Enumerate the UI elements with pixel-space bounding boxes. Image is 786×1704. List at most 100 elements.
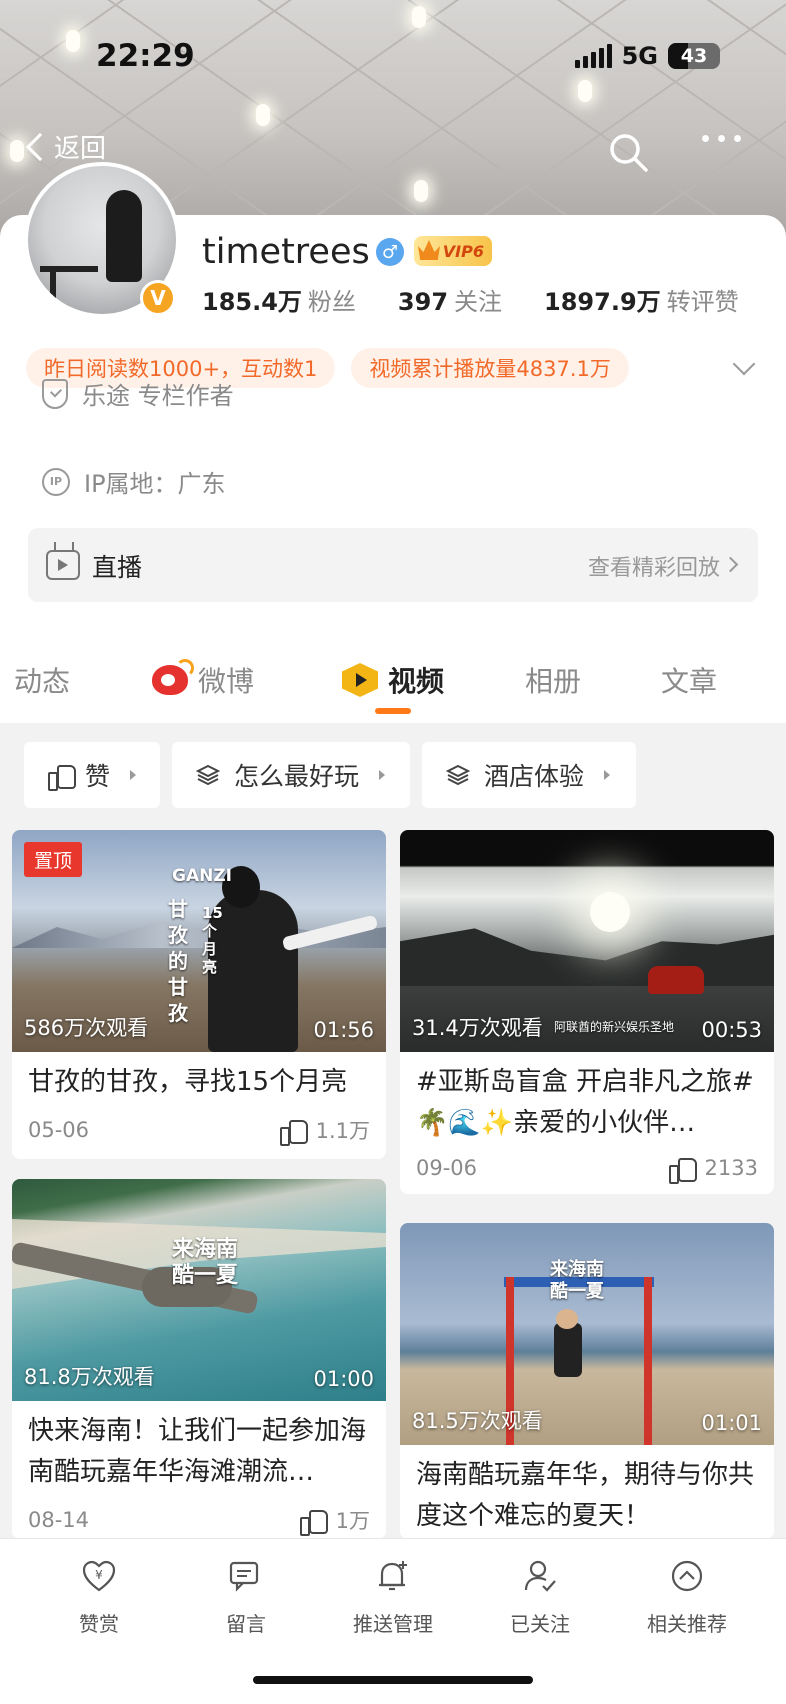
video-thumbnail[interactable]: 阿联酋的新兴娱乐圣地 31.4万次观看 00:53 [400,830,774,1052]
thumbnail-caption: 15个月亮 [202,904,223,976]
tab-label: 动态 [14,665,71,698]
like-count: 1.1万 [315,1119,370,1143]
thumbnail-caption: GANZI [172,866,232,886]
thumbnail-caption: 阿联酋的新兴娱乐圣地 [554,1020,675,1034]
reward-icon: ¥ [82,1560,116,1592]
filter-label: 酒店体验 [484,762,585,791]
push-settings-button[interactable]: 推送管理 [333,1559,453,1637]
video-card[interactable]: 阿联酋的新兴娱乐圣地 31.4万次观看 00:53 #亚斯岛盲盒 开启非凡之旅#… [400,830,774,1194]
video-date: 09-06 [416,1156,478,1180]
tab-weibo[interactable]: 微博 [152,659,255,700]
thumbs-up-icon [668,1156,697,1184]
certification-text: 乐途 专栏作者 [82,382,234,410]
stat-value: 397 [397,288,449,316]
svg-text:¥: ¥ [95,1568,103,1582]
video-title: 海南酷玩嘉年华，期待与你共度这个难忘的夏天！ [416,1460,755,1531]
verified-badge-icon: V [140,280,176,316]
stat-label: 粉丝 [307,288,356,316]
live-row[interactable]: 直播 查看精彩回放 [28,528,758,602]
bottom-label: 相关推荐 [647,1612,727,1636]
battery-level: 43 [680,45,708,67]
video-card[interactable]: 置顶 GANZI 甘孜的甘孜 15个月亮 586万次观看 01:56 甘孜的甘孜… [12,830,386,1159]
tag-video-plays[interactable]: 视频累计播放量4837.1万 [351,348,629,388]
video-duration: 00:53 [701,1018,762,1042]
view-count: 586万次观看 [24,1016,149,1040]
reward-button[interactable]: ¥ 赞赏 [39,1559,159,1637]
filter-liked[interactable]: 赞 [24,742,160,808]
network-type: 5G [621,42,658,70]
tab-label: 相册 [525,665,582,698]
username: timetrees [202,232,370,272]
filter-how-to-play[interactable]: 怎么最好玩 [172,742,410,808]
pinned-badge: 置顶 [24,842,83,877]
filter-hotel[interactable]: 酒店体验 [422,742,636,808]
stat-following[interactable]: 397 关注 [398,282,502,317]
stat-engagement[interactable]: 1897.9万 转评赞 [544,282,739,317]
thumbs-up-icon [279,1118,308,1146]
active-tab-indicator [375,708,411,714]
battery-icon: 43 [668,43,720,69]
tab-feed[interactable]: 动态 [14,660,70,700]
like-count: 2133 [704,1156,758,1180]
more-icon[interactable] [702,135,741,142]
status-icons: 5G 43 [574,42,720,70]
back-button[interactable]: 返回 [22,128,106,165]
bell-plus-icon [379,1561,407,1591]
triangle-right-icon [604,770,611,780]
stat-value: 1897.9万 [544,288,661,316]
profile-stats: 185.4万 粉丝 397 关注 1897.9万 转评赞 [202,282,739,317]
vip-badge[interactable]: VIP6 [414,236,492,266]
video-title: #亚斯岛盲盒 开启非凡之旅# 🌴🌊✨亲爱的小伙伴… [416,1067,754,1138]
stat-followers[interactable]: 185.4万 粉丝 [202,282,356,317]
stat-label: 关注 [454,288,503,316]
banner-light [412,6,426,28]
tab-album[interactable]: 相册 [525,660,581,700]
video-card[interactable]: 来海南酷一夏 81.5万次观看 01:01 海南酷玩嘉年华，期待与你共度这个难忘… [400,1223,774,1539]
like-button[interactable]: 1万 [299,1505,370,1536]
video-icon [342,663,378,697]
status-time: 22:29 [96,38,195,74]
like-button[interactable]: 1.1万 [279,1115,370,1146]
tab-articles[interactable]: 文章 [661,660,717,700]
ip-icon: IP [42,467,70,496]
video-thumbnail[interactable]: 来海南酷一夏 81.8万次观看 01:00 [12,1179,386,1401]
bottom-label: 赞赏 [79,1612,119,1636]
video-duration: 01:00 [313,1367,374,1391]
back-label: 返回 [54,134,107,164]
like-count: 1万 [335,1509,370,1533]
layers-icon [446,764,470,786]
chevron-up-circle-icon [671,1560,703,1592]
video-thumbnail[interactable]: 置顶 GANZI 甘孜的甘孜 15个月亮 586万次观看 01:56 [12,830,386,1052]
replay-link[interactable]: 查看精彩回放 [588,550,720,582]
weibo-icon [152,659,194,695]
video-thumbnail[interactable]: 来海南酷一夏 81.5万次观看 01:01 [400,1223,774,1445]
vip-level: VIP6 [442,241,484,261]
triangle-right-icon [379,770,386,780]
video-date: 08-14 [28,1508,90,1532]
certification-row: 乐途 专栏作者 [42,376,234,411]
thumbnail-caption: 甘孜的甘孜 [168,897,188,1025]
search-icon[interactable] [606,130,650,174]
tab-video[interactable]: 视频 [342,660,444,700]
like-button[interactable]: 2133 [668,1156,758,1184]
banner-light [578,80,592,102]
chevron-right-icon [722,556,739,573]
bottom-label: 已关注 [510,1612,570,1636]
gender-male-icon: ♂ [376,238,404,266]
message-icon [229,1561,259,1592]
ip-location-row: IP IP属地：广东 [42,464,226,499]
thumbs-up-icon [48,763,76,791]
message-button[interactable]: 留言 [186,1559,306,1637]
banner-light [414,180,428,202]
tab-label: 微博 [198,665,255,698]
following-button[interactable]: 已关注 [480,1559,600,1637]
user-check-icon [524,1560,556,1592]
filter-label: 赞 [84,762,110,791]
filter-chips: 赞 怎么最好玩 酒店体验 [24,742,636,808]
video-card[interactable]: 来海南酷一夏 81.8万次观看 01:00 快来海南！让我们一起参加海南酷玩嘉年… [12,1179,386,1539]
video-duration: 01:01 [701,1411,762,1435]
shield-icon [42,378,68,409]
recommend-button[interactable]: 相关推荐 [627,1559,747,1637]
stat-label: 转评赞 [666,288,739,316]
thumbs-up-icon [299,1508,328,1536]
